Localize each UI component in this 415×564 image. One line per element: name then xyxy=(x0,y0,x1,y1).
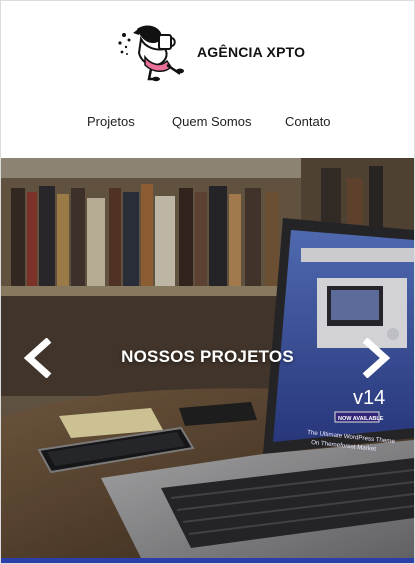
chevron-right-icon[interactable] xyxy=(359,338,393,378)
nav-item-projetos[interactable]: Projetos xyxy=(87,114,135,129)
screen-version: v14 xyxy=(353,387,385,409)
page-frame: AGÊNCIA XPTO Projetos Quem Somos Contato xyxy=(0,0,415,564)
nav-item-contato[interactable]: Contato xyxy=(285,114,331,129)
main-nav: Projetos Quem Somos Contato xyxy=(1,114,414,134)
brand-name: AGÊNCIA XPTO xyxy=(197,44,306,60)
site-header: AGÊNCIA XPTO Projetos Quem Somos Contato xyxy=(1,1,414,158)
accent-bar xyxy=(1,558,414,563)
hero-title: NOSSOS PROJETOS xyxy=(121,347,294,366)
nav-item-quem-somos[interactable]: Quem Somos xyxy=(172,114,251,129)
hero-slider: v14 NOW AVAILABLE The Ultimate WordPress… xyxy=(1,158,414,558)
brand[interactable]: AGÊNCIA XPTO xyxy=(115,21,305,83)
character-logo-icon xyxy=(118,25,184,82)
screen-badge: NOW AVAILABLE xyxy=(338,416,384,422)
